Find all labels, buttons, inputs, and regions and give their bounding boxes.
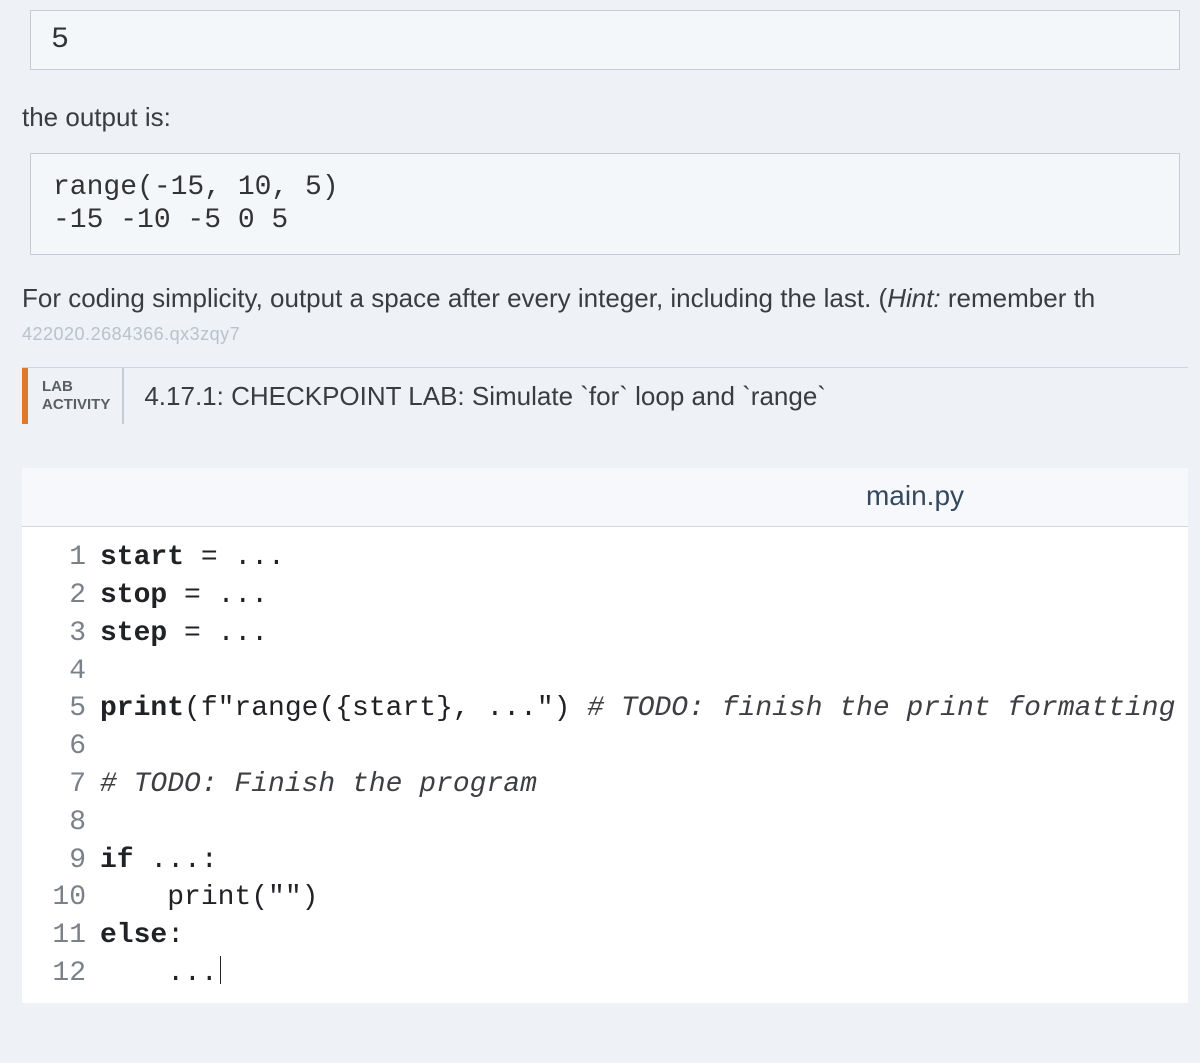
line-number: 10	[22, 879, 100, 917]
instruction-suffix: remember th	[941, 283, 1096, 313]
code-line[interactable]: 11else:	[22, 917, 1188, 955]
code-line[interactable]: 10 print("")	[22, 879, 1188, 917]
example-output-block: range(-15, 10, 5) -15 -10 -5 0 5	[30, 153, 1180, 255]
editor-body[interactable]: 1start = ...2stop = ...3step = ...45prin…	[22, 527, 1188, 1003]
line-number: 8	[22, 804, 100, 842]
instruction-hint-label: Hint:	[887, 283, 940, 313]
lab-tag-line2: ACTIVITY	[42, 396, 110, 414]
code-text[interactable]: print("")	[100, 879, 1188, 917]
code-line[interactable]: 12 ...	[22, 955, 1188, 993]
line-number: 1	[22, 539, 100, 577]
editor-filename: main.py	[246, 480, 964, 512]
instruction-text: For coding simplicity, output a space af…	[22, 281, 1188, 316]
text-cursor	[220, 956, 221, 984]
code-editor[interactable]: main.py 1start = ...2stop = ...3step = .…	[22, 468, 1188, 1003]
example-output-line1: range(-15, 10, 5)	[53, 172, 1157, 203]
code-text[interactable]: stop = ...	[100, 577, 1188, 615]
zybooks-lab-page: 5 the output is: range(-15, 10, 5) -15 -…	[0, 10, 1200, 1003]
code-line[interactable]: 1start = ...	[22, 539, 1188, 577]
lab-tag-line1: LAB	[42, 378, 110, 396]
code-line[interactable]: 9if ...:	[22, 842, 1188, 880]
code-line[interactable]: 3step = ...	[22, 615, 1188, 653]
example-input-value: 5	[51, 23, 69, 57]
line-number: 7	[22, 766, 100, 804]
line-number: 5	[22, 690, 100, 728]
example-input-block: 5	[30, 10, 1180, 70]
code-line[interactable]: 5print(f"range({start}, ...") # TODO: fi…	[22, 690, 1188, 728]
lab-tag: LAB ACTIVITY	[38, 368, 124, 424]
watermark-text: 422020.2684366.qx3zqy7	[22, 324, 1188, 345]
code-line[interactable]: 6	[22, 728, 1188, 766]
code-text[interactable]: else:	[100, 917, 1188, 955]
code-line[interactable]: 8	[22, 804, 1188, 842]
line-number: 9	[22, 842, 100, 880]
code-line[interactable]: 4	[22, 653, 1188, 691]
code-text[interactable]: ...	[100, 955, 1188, 993]
line-number: 12	[22, 955, 100, 993]
line-number: 2	[22, 577, 100, 615]
code-line[interactable]: 7# TODO: Finish the program	[22, 766, 1188, 804]
instruction-prefix: For coding simplicity, output a space af…	[22, 283, 887, 313]
example-output-line2: -15 -10 -5 0 5	[53, 205, 1157, 236]
lab-title: 4.17.1: CHECKPOINT LAB: Simulate `for` l…	[144, 371, 826, 422]
editor-filename-tab[interactable]: main.py	[22, 468, 1188, 527]
code-text[interactable]	[100, 804, 1188, 842]
code-text[interactable]: if ...:	[100, 842, 1188, 880]
code-text[interactable]: print(f"range({start}, ...") # TODO: fin…	[100, 690, 1188, 728]
code-text[interactable]	[100, 653, 1188, 691]
line-number: 6	[22, 728, 100, 766]
output-label: the output is:	[22, 100, 1188, 135]
code-text[interactable]: step = ...	[100, 615, 1188, 653]
line-number: 11	[22, 917, 100, 955]
code-text[interactable]: # TODO: Finish the program	[100, 766, 1188, 804]
code-text[interactable]: start = ...	[100, 539, 1188, 577]
code-line[interactable]: 2stop = ...	[22, 577, 1188, 615]
line-number: 3	[22, 615, 100, 653]
accent-stripe	[22, 368, 28, 424]
code-text[interactable]	[100, 728, 1188, 766]
lab-activity-banner: LAB ACTIVITY 4.17.1: CHECKPOINT LAB: Sim…	[22, 367, 1188, 424]
line-number: 4	[22, 653, 100, 691]
